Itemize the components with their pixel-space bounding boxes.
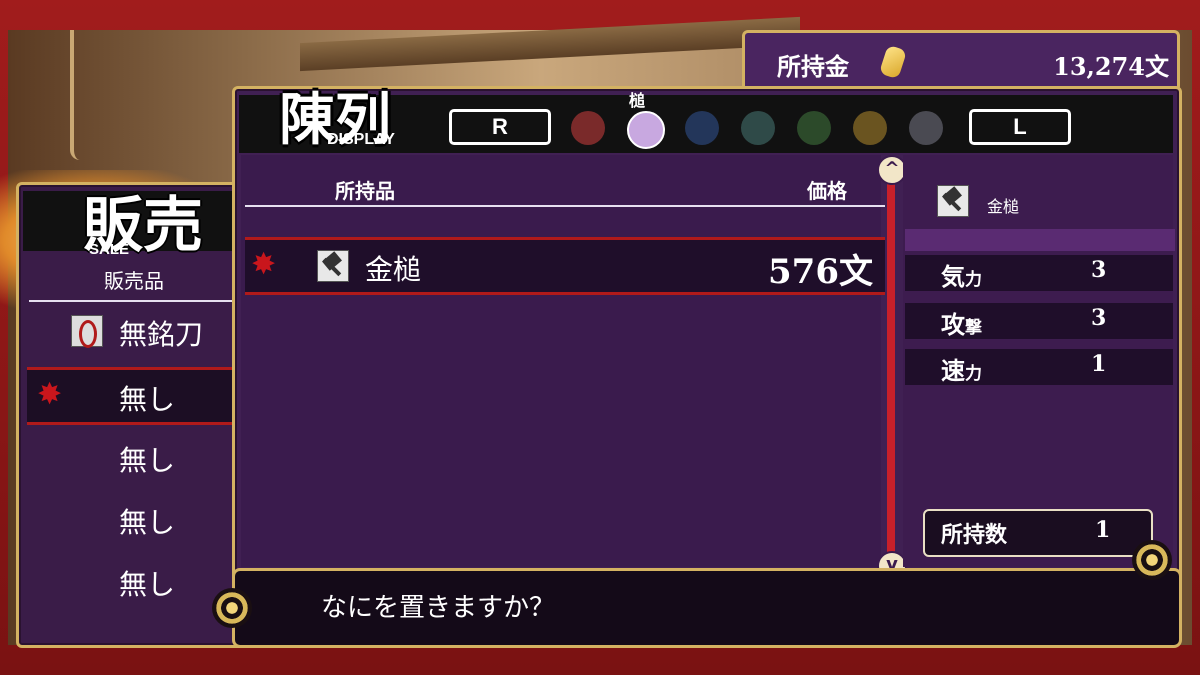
stat-row: 気力 3 (905, 255, 1173, 291)
message-box: なにを置きますか？ (232, 568, 1182, 648)
hammer-icon (317, 250, 349, 282)
sale-item-label: 無し (119, 506, 176, 539)
item-price: 576文 (768, 252, 873, 292)
display-subtitle: DISPLAY (327, 131, 395, 148)
sale-item-label: 無し (119, 383, 176, 416)
stat-row: 攻撃 3 (905, 303, 1173, 339)
money-amount: 13,274文 (1053, 52, 1169, 81)
stat-key: 速力 (941, 356, 982, 385)
stat-key: 気力 (941, 262, 982, 291)
display-panel: 陳列 DISPLAY R 槌 L 所持品 価格 ✸ 金槌 576文 ^ v 金槌… (232, 86, 1182, 582)
stat-row: 速力 1 (905, 349, 1173, 385)
header-divider (245, 205, 885, 207)
shield-icon[interactable] (685, 111, 719, 145)
stat-value: 3 (1091, 305, 1107, 331)
sale-item[interactable]: 無し (27, 493, 245, 545)
owned-quantity-label: 所持数 (941, 522, 1008, 548)
sword-icon (71, 315, 103, 348)
next-category-button[interactable]: L (969, 109, 1071, 145)
leaf-icon[interactable] (741, 111, 775, 145)
money-label: 所持金 (777, 52, 849, 81)
money-bar: 所持金 13,274文 (742, 30, 1180, 92)
flower-ornament-icon (212, 588, 252, 628)
stat-value: 3 (1091, 257, 1107, 283)
sale-panel: 販売 SALE 販売品 無銘刀 ✸ 無し 無し 無し 無し (16, 182, 262, 648)
detail-item-name: 金槌 (987, 197, 1020, 216)
sale-item-label: 無銘刀 (119, 318, 204, 351)
scrollbar[interactable] (887, 167, 895, 557)
sale-item-label: 無し (119, 568, 176, 601)
sale-item[interactable]: 無銘刀 (27, 305, 245, 357)
fire-icon[interactable] (571, 111, 605, 145)
prev-category-button[interactable]: R (449, 109, 551, 145)
rope (70, 30, 94, 160)
item-list (241, 155, 881, 567)
message-text: なにを置きますか？ (321, 593, 556, 623)
item-name: 金槌 (365, 253, 422, 286)
stat-value: 1 (1091, 351, 1107, 377)
crescent-icon[interactable] (853, 111, 887, 145)
owned-quantity-value: 1 (1095, 517, 1111, 543)
selection-marker-icon: ✸ (251, 247, 277, 282)
sale-item-selected[interactable]: ✸ 無し (27, 367, 245, 425)
coin-icon (878, 44, 908, 80)
sale-item-label: 無し (119, 444, 176, 477)
selection-marker-icon: ✸ (37, 377, 63, 412)
detail-band (905, 229, 1175, 251)
fan-icon[interactable] (909, 111, 943, 145)
owned-quantity-box: 所持数 1 (923, 509, 1153, 557)
sale-header: 販売品 (29, 265, 239, 302)
sale-title-bar: 販売 SALE (23, 191, 235, 261)
column-header-item: 所持品 (335, 179, 395, 203)
vine-icon[interactable] (797, 111, 831, 145)
display-header-bar: 陳列 DISPLAY R 槌 L (239, 87, 1173, 153)
sale-subtitle: SALE (89, 241, 130, 258)
item-row-selected[interactable]: ✸ 金槌 576文 (245, 237, 885, 295)
sale-item[interactable]: 無し (27, 431, 245, 483)
active-category-label: 槌 (629, 91, 646, 110)
sale-item[interactable]: 無し (27, 555, 245, 607)
flower-ornament-icon (1132, 540, 1172, 580)
stat-key: 攻撃 (941, 310, 982, 339)
hammer-icon (937, 185, 969, 217)
hammer-icon[interactable] (627, 111, 665, 149)
column-header-price: 価格 (807, 179, 847, 203)
